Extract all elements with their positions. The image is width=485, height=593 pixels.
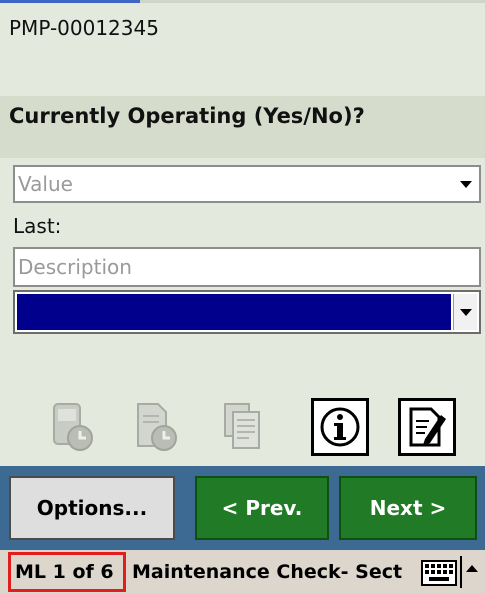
document-history-button[interactable] [126,398,184,456]
top-accent [0,0,140,3]
chevron-down-icon [460,309,472,316]
dropdown-arrow-icon[interactable] [460,181,472,188]
page-indicator: ML 1 of 6 [8,552,126,592]
device-history-button[interactable] [44,398,102,456]
prev-button[interactable]: < Prev. [195,476,329,540]
top-border [0,0,485,3]
device-history-icon [53,403,93,451]
expand-up-icon[interactable] [466,565,478,572]
forms-button[interactable] [215,398,273,456]
document-history-icon [137,403,177,451]
question-title: Currently Operating (Yes/No)? [9,104,365,128]
value-placeholder: Value [18,172,73,196]
edit-notes-icon [409,407,446,447]
selection-dropdown-button[interactable] [453,294,477,330]
section-title: Maintenance Check- Sect [132,561,403,583]
status-divider [460,556,462,588]
last-label: Last: [13,214,62,238]
asset-id-label: PMP-00012345 [9,16,159,40]
description-placeholder: Description [18,255,132,279]
keyboard-icon[interactable] [421,560,457,586]
options-button[interactable]: Options... [9,476,175,540]
selected-item-highlight [17,294,451,330]
selection-dropdown[interactable] [13,290,481,334]
description-field[interactable]: Description [13,247,481,287]
next-button[interactable]: Next > [339,476,477,540]
value-dropdown[interactable]: Value [13,165,481,203]
edit-notes-button[interactable] [398,398,456,456]
forms-icon [224,403,260,449]
info-icon [320,407,360,447]
info-button[interactable] [311,398,369,456]
